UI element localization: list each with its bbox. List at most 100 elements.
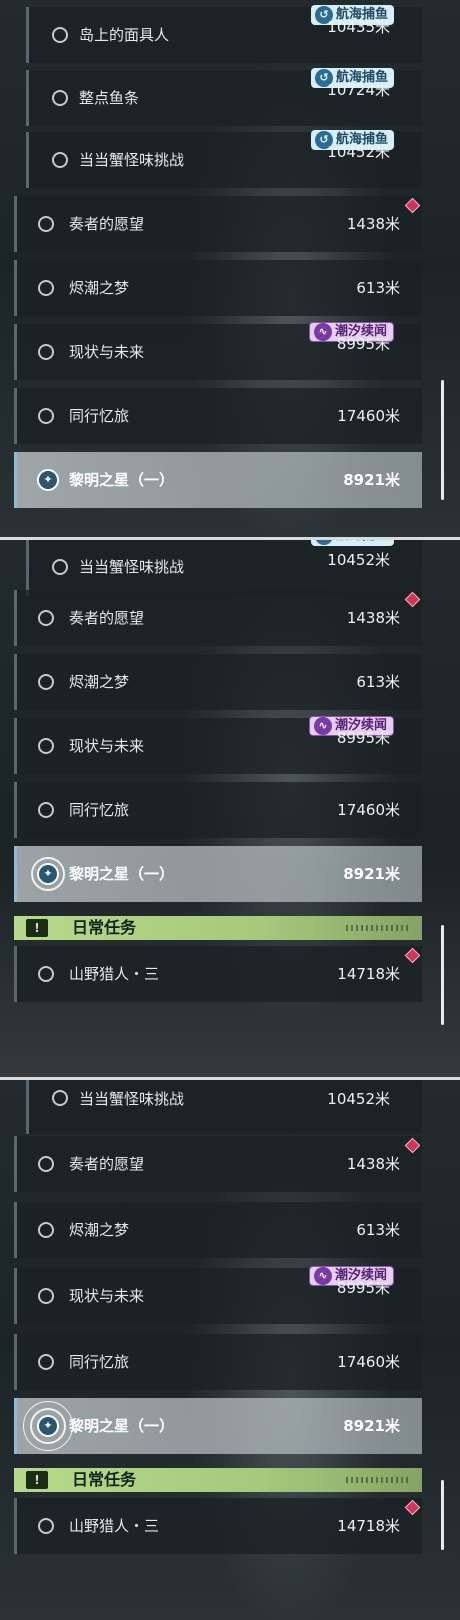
- scrollbar-thumb[interactable]: [441, 925, 444, 1025]
- radio-icon: [38, 966, 54, 982]
- radio-icon: [38, 1354, 54, 1370]
- quest-distance: 613米: [356, 673, 400, 691]
- quest-row-crab[interactable]: 当当蟹怪味挑战 ↺航海捕鱼 10452米: [26, 540, 422, 596]
- radio-icon: [38, 738, 54, 754]
- daily-quest-header: ! 日常任务: [14, 916, 422, 940]
- section-title: 日常任务: [72, 1470, 137, 1489]
- scrollbar-thumb[interactable]: [441, 1480, 444, 1550]
- quest-distance: 17460米: [337, 801, 400, 819]
- quest-distance: 8995米: [336, 1279, 390, 1297]
- radio-icon: [38, 674, 54, 690]
- quest-row-now-future[interactable]: 现状与未来 ∿ 潮汐续闻 8995米: [14, 322, 422, 380]
- quest-row-journey[interactable]: 同行忆旅 17460米: [14, 388, 422, 444]
- radio-icon: [38, 344, 54, 360]
- wave-icon: ∿: [313, 717, 332, 735]
- decorative-dots: [346, 925, 410, 931]
- quest-row-player[interactable]: 奏者的愿望 1438米: [14, 1136, 422, 1192]
- quest-title: 同行忆旅: [69, 1353, 130, 1371]
- quest-title: 同行忆旅: [69, 407, 130, 425]
- quest-title: 黎明之星（一）: [69, 1417, 175, 1435]
- quest-distance: 10452米: [327, 1090, 390, 1108]
- wave-icon: ∿: [313, 1267, 332, 1285]
- radio-icon: [52, 1090, 68, 1106]
- radio-icon: [38, 280, 54, 296]
- quest-title: 奏者的愿望: [69, 1155, 145, 1173]
- radio-icon: [38, 216, 54, 232]
- radio-icon: [52, 90, 68, 106]
- daily-quest-header: ! 日常任务: [14, 1468, 422, 1492]
- radio-icon: [38, 610, 54, 626]
- quest-row-hunter[interactable]: 山野猎人・三 14718米: [14, 946, 422, 1002]
- quest-title: 烬潮之梦: [69, 673, 130, 691]
- quest-distance: 8995米: [336, 335, 390, 353]
- quest-row-crab[interactable]: 当当蟹怪味挑战 10452米: [26, 1080, 422, 1134]
- quest-distance: 1438米: [346, 1155, 400, 1173]
- quest-title: 奏者的愿望: [69, 215, 145, 233]
- section-title: 日常任务: [72, 918, 137, 937]
- quest-distance: 17460米: [337, 1353, 400, 1371]
- quest-row-journey[interactable]: 同行忆旅 17460米: [14, 782, 422, 838]
- quest-title: 当当蟹怪味挑战: [79, 151, 185, 169]
- quest-row-dawn-star-active[interactable]: ✦ 黎明之星（一） 8921米: [14, 452, 422, 508]
- quest-distance: 613米: [356, 1221, 400, 1239]
- quest-title: 山野猎人・三: [69, 1517, 160, 1535]
- quest-row-dawn-star-active[interactable]: ✦ 黎明之星（一） 8921米: [14, 846, 422, 902]
- exclamation-icon: !: [26, 919, 48, 937]
- quest-title: 现状与未来: [69, 1287, 145, 1305]
- quest-title: 现状与未来: [69, 737, 145, 755]
- quest-distance: 1438米: [346, 215, 400, 233]
- quest-title: 黎明之星（一）: [69, 471, 175, 489]
- quest-title: 当当蟹怪味挑战: [79, 558, 185, 576]
- exclamation-icon: !: [26, 1471, 48, 1489]
- quest-title: 同行忆旅: [69, 801, 130, 819]
- quest-distance: 8921米: [343, 865, 400, 883]
- radio-icon: [38, 1222, 54, 1238]
- quest-title: 黎明之星（一）: [69, 865, 175, 883]
- quest-distance: 10452米: [327, 143, 390, 161]
- quest-distance: 10452米: [327, 551, 390, 569]
- decorative-dots: [346, 1477, 410, 1483]
- quest-row-mask[interactable]: 岛上的面具人 ↺ 航海捕鱼 10435米: [26, 5, 422, 63]
- quest-distance: 8921米: [343, 1417, 400, 1435]
- radio-icon: [38, 1156, 54, 1172]
- radio-icon: [52, 559, 68, 575]
- quest-distance: 17460米: [337, 407, 400, 425]
- radio-icon: [38, 1518, 54, 1534]
- quest-row-fish-bar[interactable]: 整点鱼条 ↺ 航海捕鱼 10724米: [26, 68, 422, 126]
- scrollbar-thumb[interactable]: [441, 380, 444, 500]
- quest-row-tide-dream[interactable]: 烬潮之梦 613米: [14, 260, 422, 316]
- quest-title: 整点鱼条: [79, 89, 140, 107]
- quest-row-hunter[interactable]: 山野猎人・三 14718米: [14, 1498, 422, 1554]
- quest-title: 岛上的面具人: [79, 26, 170, 44]
- quest-row-tide-dream[interactable]: 烬潮之梦 613米: [14, 654, 422, 710]
- quest-row-now-future[interactable]: 现状与未来 ∿ 潮汐续闻 8995米: [14, 716, 422, 774]
- quest-distance: 10724米: [327, 81, 390, 99]
- red-diamond-icon: [404, 591, 421, 608]
- radio-icon: [52, 152, 68, 168]
- quest-row-dawn-star-active[interactable]: ✦ 黎明之星（一） 8921米: [14, 1398, 422, 1454]
- quest-distance: 8921米: [343, 471, 400, 489]
- quest-title: 现状与未来: [69, 343, 145, 361]
- quest-distance: 14718米: [337, 1517, 400, 1535]
- quest-row-crab[interactable]: 当当蟹怪味挑战 ↺航海捕鱼 10452米: [26, 130, 422, 188]
- quest-list-panel-1: 岛上的面具人 ↺ 航海捕鱼 10435米 整点鱼条 ↺ 航海捕鱼 10724米 当当…: [0, 0, 460, 540]
- quest-list-panel-2: 当当蟹怪味挑战 ↺航海捕鱼 10452米 奏者的愿望 1438米 烬潮之梦 61…: [0, 540, 460, 1080]
- quest-distance: 10435米: [327, 18, 390, 36]
- compass-star-icon: ✦: [37, 469, 59, 491]
- quest-row-player[interactable]: 奏者的愿望 1438米: [14, 590, 422, 646]
- quest-title: 奏者的愿望: [69, 609, 145, 627]
- quest-title: 当当蟹怪味挑战: [79, 1090, 185, 1108]
- quest-row-tide-dream[interactable]: 烬潮之梦 613米: [14, 1202, 422, 1258]
- red-diamond-icon: [404, 947, 421, 964]
- radio-icon: [38, 802, 54, 818]
- quest-row-player[interactable]: 奏者的愿望 1438米: [14, 196, 422, 252]
- radio-icon: [38, 408, 54, 424]
- quest-list-panel-3: 当当蟹怪味挑战 10452米 奏者的愿望 1438米 烬潮之梦 613米 现状与…: [0, 1080, 460, 1620]
- quest-distance: 8995米: [336, 729, 390, 747]
- red-diamond-icon: [404, 197, 421, 214]
- quest-row-journey[interactable]: 同行忆旅 17460米: [14, 1334, 422, 1390]
- fishing-tag: ↺航海捕鱼: [310, 540, 394, 546]
- radio-icon: [38, 1288, 54, 1304]
- quest-row-now-future[interactable]: 现状与未来 ∿ 潮汐续闻 8995米: [14, 1266, 422, 1324]
- compass-star-icon: ✦: [37, 1415, 59, 1437]
